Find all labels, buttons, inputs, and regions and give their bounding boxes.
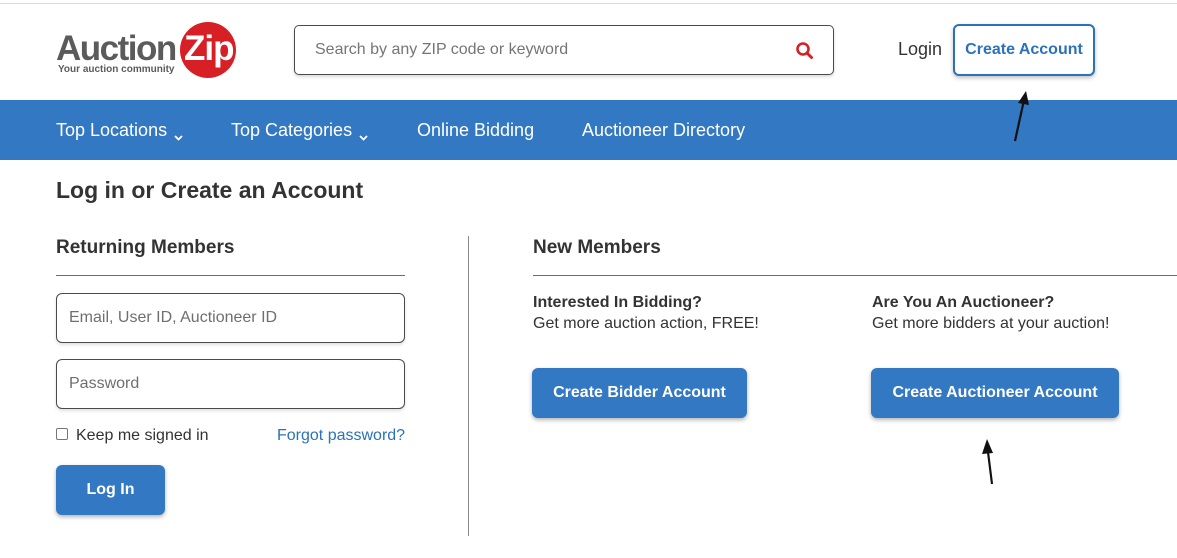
nav-item-label: Auctioneer Directory bbox=[582, 119, 746, 140]
page-title: Log in or Create an Account bbox=[56, 177, 364, 203]
chevron-down-icon bbox=[359, 126, 368, 141]
nav-item-label: Top Categories bbox=[231, 119, 353, 140]
chevron-down-icon bbox=[174, 126, 183, 141]
password-field-wrapper bbox=[56, 359, 405, 409]
nav-auctioneer-directory[interactable]: Auctioneer Directory bbox=[582, 100, 745, 160]
auctioneer-text: Get more bidders at your auction! bbox=[872, 315, 1110, 332]
keep-signed-in-checkbox[interactable] bbox=[56, 428, 68, 440]
logo-wordmark: Auction bbox=[56, 29, 177, 68]
email-field-wrapper bbox=[56, 293, 405, 343]
create-auctioneer-account-button[interactable]: Create Auctioneer Account bbox=[871, 368, 1119, 418]
top-border bbox=[0, 3, 1177, 4]
logo-zip-text: Zip bbox=[184, 29, 234, 68]
login-button[interactable]: Log In bbox=[56, 465, 165, 515]
nav-top-categories[interactable]: Top Categories bbox=[231, 100, 368, 160]
main-nav: Top Locations Top Categories Online Bidd… bbox=[0, 100, 1177, 160]
keep-signed-in-label: Keep me signed in bbox=[76, 427, 209, 444]
nav-online-bidding[interactable]: Online Bidding bbox=[417, 100, 534, 160]
logo-tagline: Your auction community bbox=[58, 64, 175, 75]
search-icon[interactable] bbox=[795, 41, 815, 61]
returning-members-title: Returning Members bbox=[56, 237, 235, 258]
password-field[interactable] bbox=[57, 360, 404, 408]
new-members-title: New Members bbox=[533, 237, 661, 258]
login-link[interactable]: Login bbox=[898, 38, 942, 60]
column-divider bbox=[468, 236, 469, 536]
auctioneer-heading: Are You An Auctioneer? bbox=[872, 294, 1055, 311]
search-bar bbox=[294, 25, 834, 75]
auctionzip-logo[interactable]: Auction Zip Your auction community bbox=[56, 20, 238, 80]
bidder-text: Get more auction action, FREE! bbox=[533, 315, 759, 332]
new-members-divider bbox=[533, 275, 1177, 276]
arrow-annotation-create-auctioneer bbox=[982, 439, 994, 485]
search-input[interactable] bbox=[295, 26, 775, 74]
create-bidder-account-button[interactable]: Create Bidder Account bbox=[532, 368, 747, 418]
create-account-button[interactable]: Create Account bbox=[953, 24, 1095, 76]
nav-item-label: Online Bidding bbox=[417, 119, 535, 140]
forgot-password-link[interactable]: Forgot password? bbox=[277, 427, 405, 445]
bidder-heading: Interested In Bidding? bbox=[533, 294, 702, 311]
returning-members-divider bbox=[56, 275, 405, 276]
nav-item-label: Top Locations bbox=[56, 119, 168, 140]
email-field[interactable] bbox=[57, 294, 404, 342]
arrow-annotation-create-account bbox=[1013, 91, 1029, 142]
nav-top-locations[interactable]: Top Locations bbox=[56, 100, 183, 160]
